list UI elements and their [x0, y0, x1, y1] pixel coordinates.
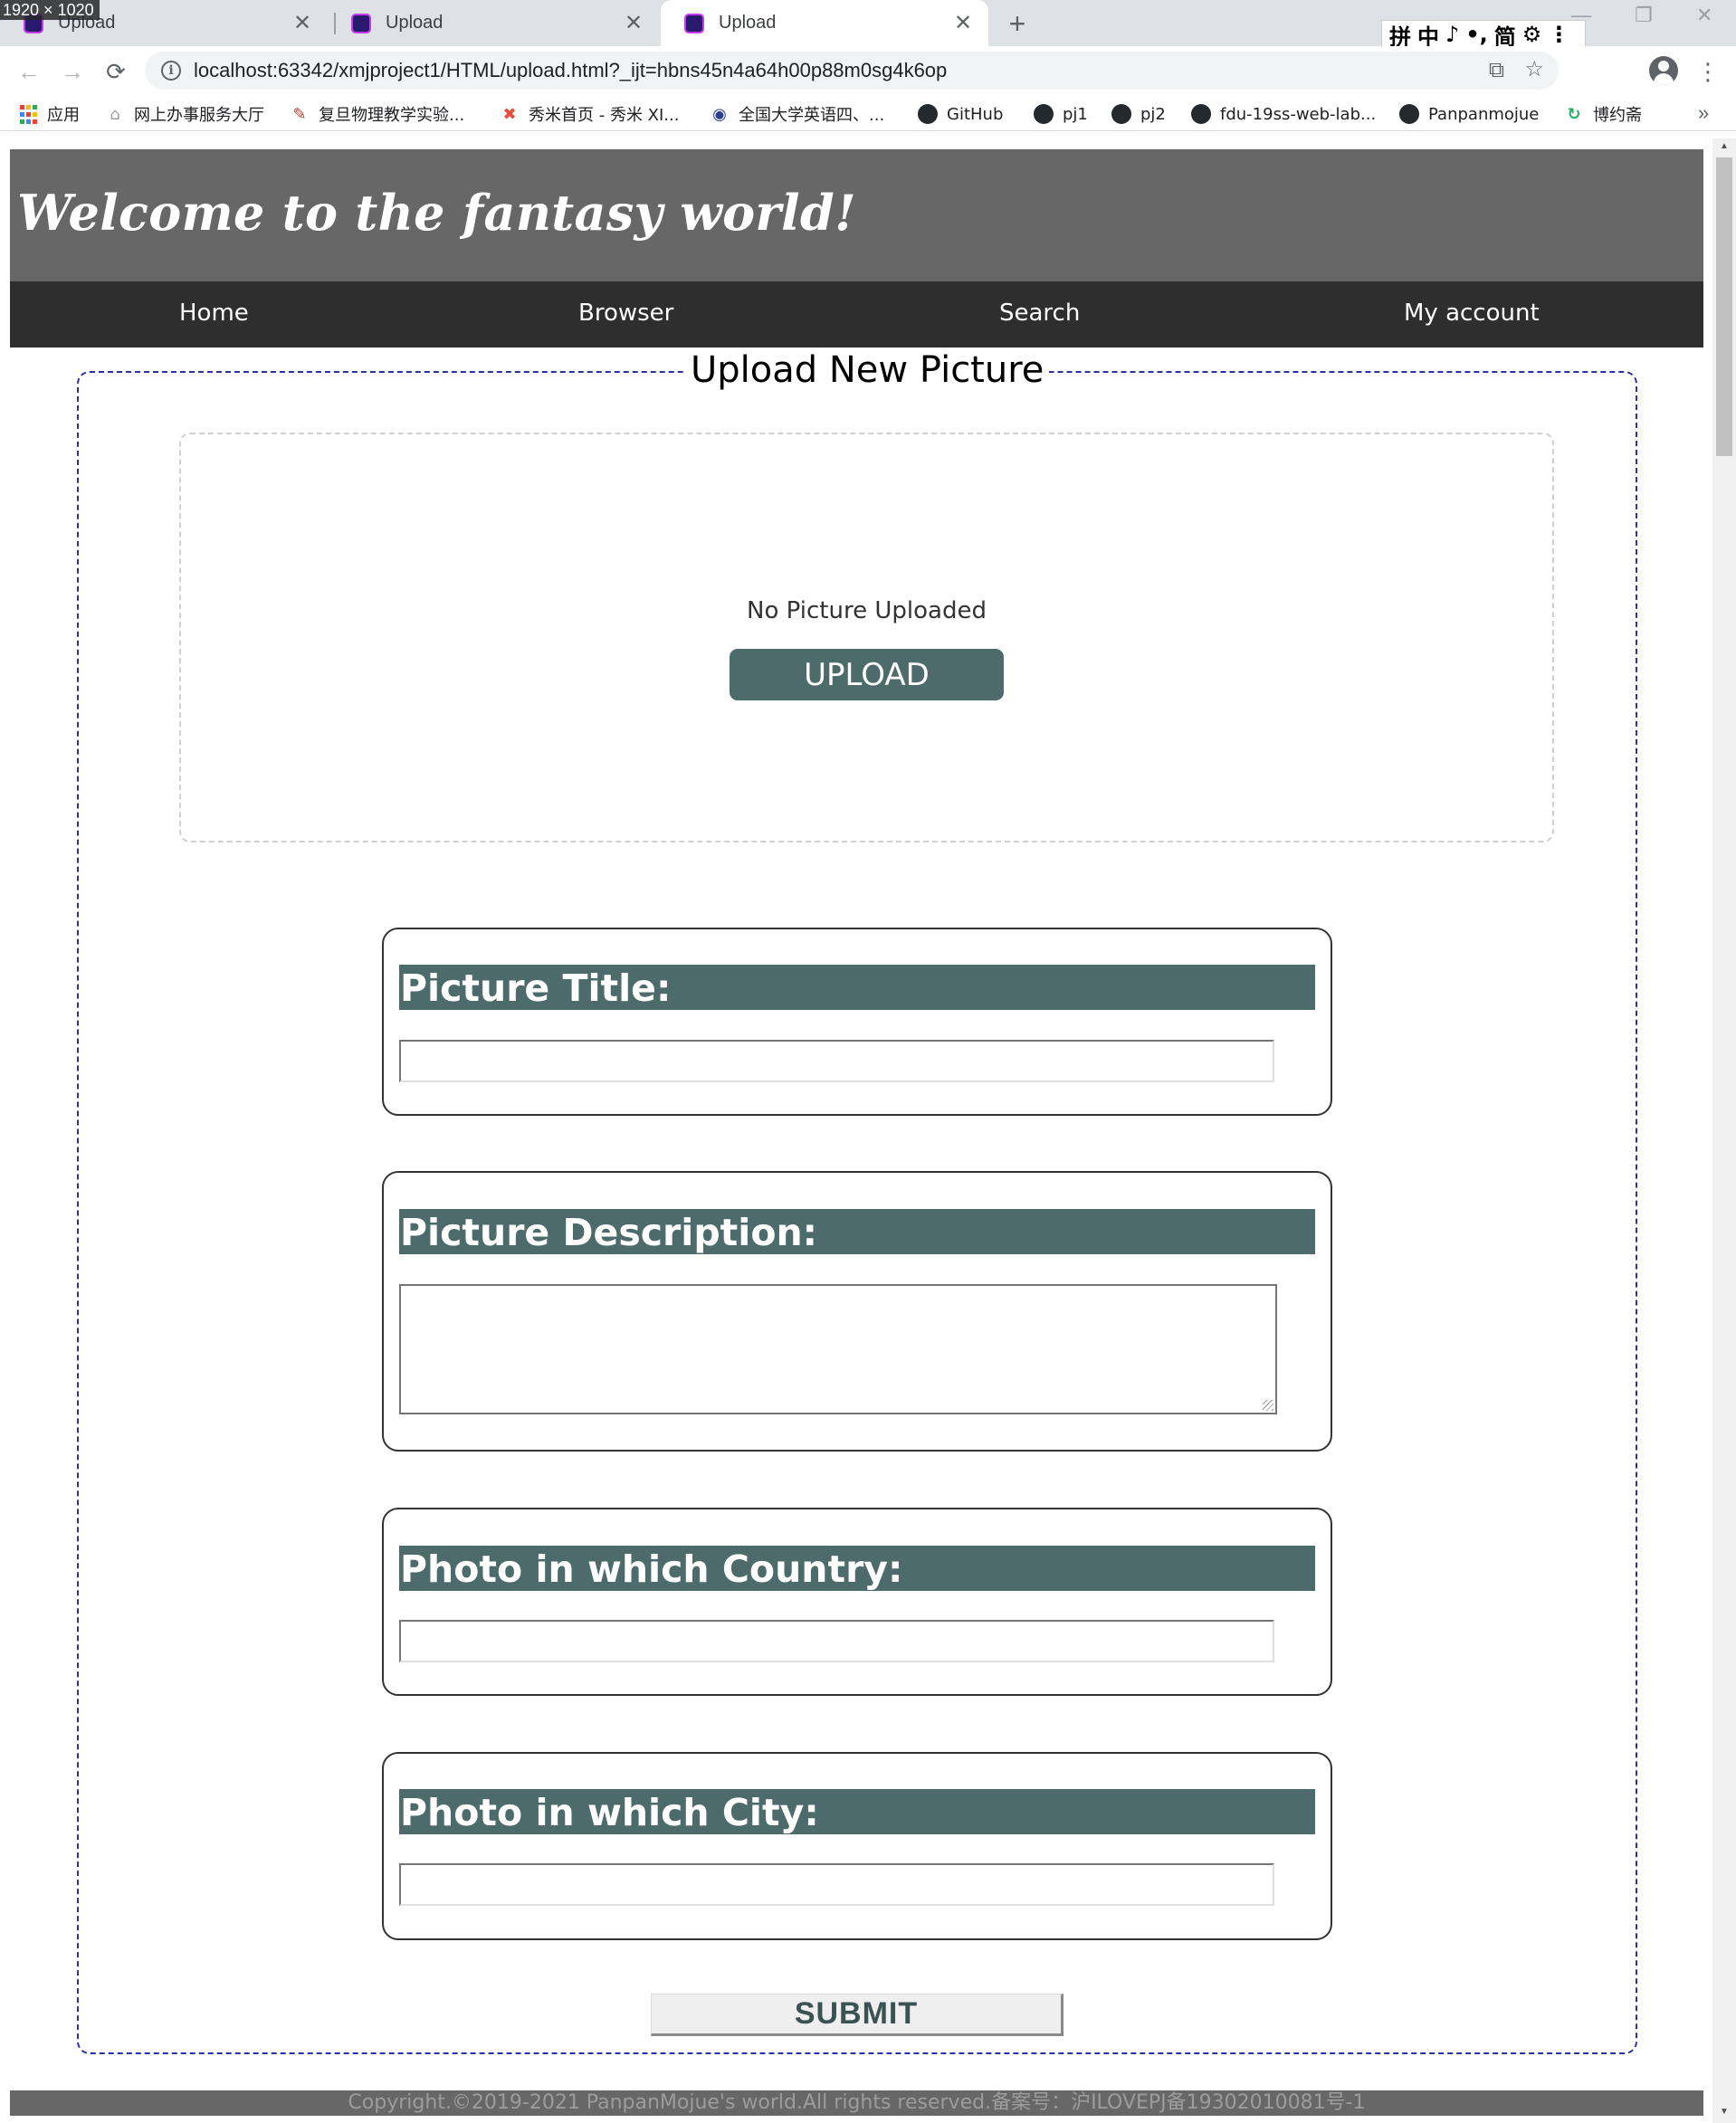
site-title: Welcome to the fantasy world! — [17, 184, 857, 242]
ime-settings-icon[interactable]: ⚙ — [1522, 22, 1542, 47]
photo-country-input[interactable] — [399, 1620, 1274, 1662]
nav-link-home[interactable]: Home — [179, 300, 249, 327]
submit-button[interactable]: SUBMIT — [651, 1994, 1064, 2036]
bookmark-label: GitHub — [947, 104, 1004, 124]
scroll-down-arrow-icon[interactable]: ▼ — [1718, 2107, 1731, 2119]
bookmark-label: 应用 — [47, 106, 80, 125]
ime-more-icon[interactable]: ⋮ — [1548, 22, 1569, 47]
picture-title-label: Picture Title: — [399, 965, 1315, 1010]
bookmark-label: 网上办事服务大厅 — [134, 106, 264, 125]
home-icon: ⌂ — [110, 104, 120, 124]
github-icon — [918, 104, 938, 124]
nav-link-browser[interactable]: Browser — [578, 300, 673, 327]
phpstorm-favicon-icon — [684, 13, 704, 33]
picture-preview-area — [179, 433, 1554, 843]
site-nav: Home Browser Search My account — [10, 281, 1703, 347]
globe-icon: ◉ — [712, 104, 727, 124]
photo-country-label: Photo in which Country: — [399, 1546, 1315, 1591]
bookmark-label: fdu-19ss-web-lab... — [1220, 104, 1377, 124]
new-tab-button[interactable]: + — [999, 5, 1035, 42]
close-icon[interactable]: ✕ — [950, 11, 976, 36]
translate-icon[interactable]: ⧉ — [1489, 58, 1504, 83]
forward-button[interactable]: → — [54, 53, 91, 90]
bookmark-label: pj2 — [1140, 104, 1166, 124]
photo-country-card — [382, 1508, 1332, 1696]
window-close-icon[interactable]: ✕ — [1696, 4, 1712, 27]
resize-handle-icon[interactable] — [1263, 1400, 1273, 1411]
photo-city-input[interactable] — [399, 1863, 1274, 1906]
close-icon[interactable]: ✕ — [621, 11, 646, 36]
browser-menu-icon[interactable]: ⋮ — [1691, 54, 1725, 89]
book-icon: ✎ — [292, 104, 307, 124]
github-icon — [1191, 104, 1211, 124]
bookmark-item[interactable]: ✖ 秀米首页 - 秀米 XI... — [500, 101, 679, 127]
bookmark-apps[interactable]: 应用 — [18, 101, 80, 127]
bookmark-item[interactable]: ⌂ 网上办事服务大厅 — [105, 101, 264, 127]
photo-city-card — [382, 1752, 1332, 1940]
site-header: Welcome to the fantasy world! — [10, 149, 1703, 281]
ime-moon-icon[interactable]: ♪ — [1445, 22, 1459, 47]
bookmark-label: Panpanmojue — [1428, 104, 1540, 124]
bookmark-fdu-lab[interactable]: fdu-19ss-web-lab... — [1191, 101, 1376, 127]
bookmark-item[interactable]: ◉ 全国大学英语四、... — [710, 101, 884, 127]
picture-description-textarea[interactable] — [399, 1284, 1277, 1414]
nav-link-search[interactable]: Search — [999, 300, 1080, 327]
close-icon[interactable]: ✕ — [290, 11, 315, 36]
ime-punct-icon[interactable]: •, — [1465, 22, 1487, 47]
url-text[interactable]: localhost:63342/xmjproject1/HTML/upload.… — [194, 59, 947, 82]
bookmark-label: 博约斋 — [1593, 106, 1642, 125]
bookmark-label: pj1 — [1063, 104, 1088, 124]
reload-button[interactable]: ⟳ — [98, 53, 134, 90]
tab-title: Upload — [386, 13, 444, 33]
bookmark-star-icon[interactable]: ☆ — [1524, 56, 1544, 82]
bookmark-label: 复旦物理教学实验... — [319, 106, 465, 125]
bookmark-boyuezhai[interactable]: ↻ 博约斋 — [1564, 101, 1642, 127]
bookmark-label: 全国大学英语四、... — [739, 106, 885, 125]
profile-avatar-icon[interactable] — [1649, 56, 1678, 85]
apps-icon — [18, 104, 38, 124]
tab-title: Upload — [719, 13, 777, 33]
xiumi-icon: ✖ — [502, 104, 517, 124]
bookmark-pj1[interactable]: pj1 — [1034, 101, 1088, 127]
bookmark-github[interactable]: GitHub — [918, 101, 1003, 127]
tab-2[interactable]: Upload ✕ — [328, 0, 659, 46]
no-picture-message: No Picture Uploaded — [747, 597, 987, 624]
photo-city-label: Photo in which City: — [399, 1789, 1315, 1834]
github-icon — [1399, 104, 1419, 124]
upload-form-legend: Upload New Picture — [685, 349, 1050, 396]
scrollbar-thumb[interactable] — [1716, 157, 1732, 456]
tab-3-active[interactable]: Upload ✕ — [661, 0, 988, 46]
bookmarks-overflow-icon[interactable]: » — [1698, 101, 1709, 125]
ime-toolbar[interactable]: 拼 中 ♪ •, 简 ⚙ ⋮ — [1381, 20, 1586, 50]
screen-size-overlay: 1920 × 1020 — [0, 0, 100, 20]
back-button[interactable]: ← — [11, 53, 47, 90]
site-footer: Copyright.©2019-2021 PanpanMojue's world… — [10, 2090, 1703, 2116]
nav-link-my-account[interactable]: My account — [1404, 300, 1540, 327]
address-bar[interactable]: i localhost:63342/xmjproject1/HTML/uploa… — [145, 52, 1559, 90]
minimize-icon[interactable]: — — [1571, 4, 1591, 27]
bookmark-pj2[interactable]: pj2 — [1111, 101, 1166, 127]
refresh-circle-icon: ↻ — [1567, 104, 1581, 124]
bookmark-label: 秀米首页 - 秀米 XI... — [529, 106, 680, 125]
picture-description-label: Picture Description: — [399, 1209, 1315, 1254]
bookmark-item[interactable]: ✎ 复旦物理教学实验... — [290, 101, 464, 127]
scroll-up-arrow-icon[interactable]: ▲ — [1718, 141, 1731, 154]
phpstorm-favicon-icon — [351, 13, 371, 33]
github-icon — [1111, 104, 1131, 124]
picture-title-input[interactable] — [399, 1040, 1274, 1082]
github-icon — [1034, 104, 1054, 124]
upload-button[interactable]: UPLOAD — [730, 649, 1004, 700]
site-info-icon[interactable]: i — [161, 61, 181, 81]
restore-icon[interactable]: ❐ — [1635, 4, 1653, 27]
bookmark-panpanmojue[interactable]: Panpanmojue — [1399, 101, 1539, 127]
picture-title-card — [382, 928, 1332, 1116]
